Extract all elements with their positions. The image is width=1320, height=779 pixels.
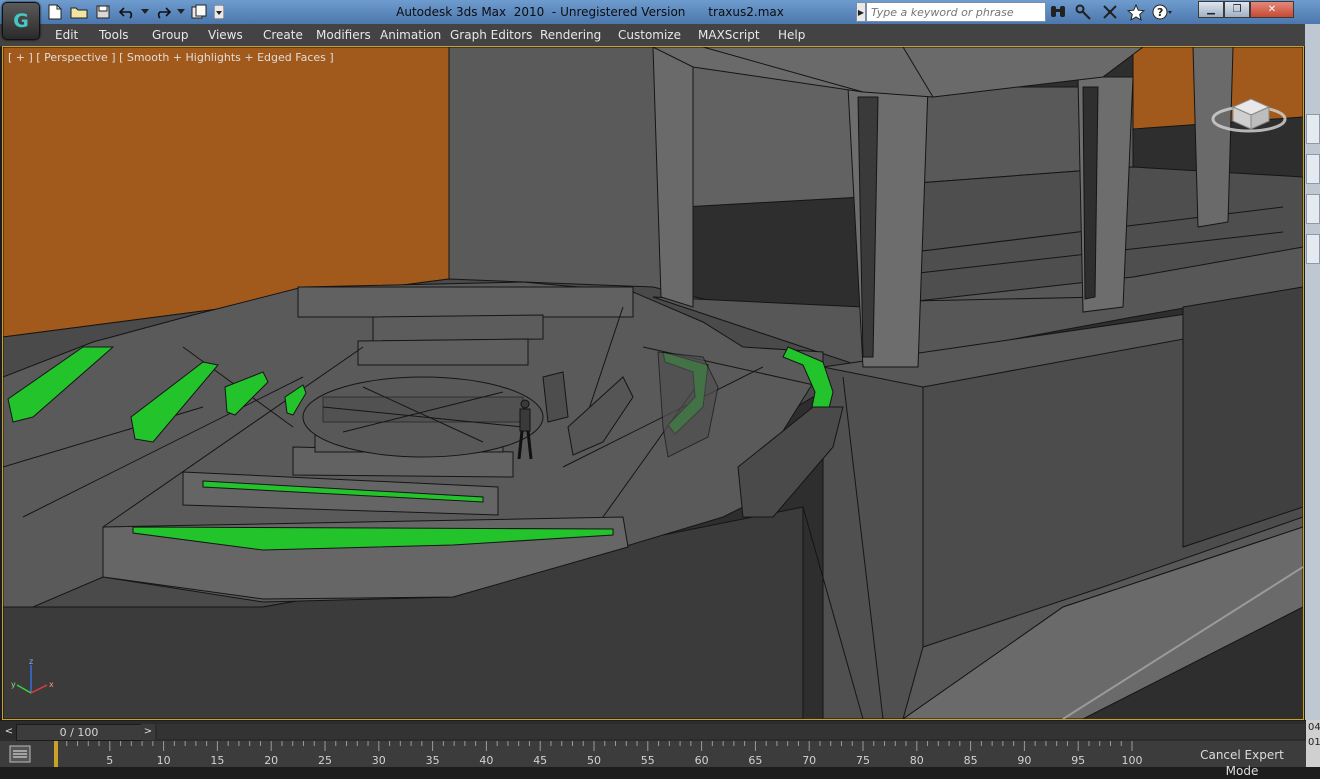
menu-customize[interactable]: Customize bbox=[618, 24, 681, 46]
star-icon[interactable] bbox=[1126, 2, 1146, 22]
menu-views[interactable]: Views bbox=[208, 24, 243, 46]
trackbar-ruler[interactable]: 5 10 15 20 25 30 35 40 45 50 55 60 65 70 75 80 85 90 95 100 bbox=[54, 741, 1182, 767]
help-icon[interactable]: ? bbox=[1152, 2, 1172, 22]
axis-z-label: z bbox=[29, 657, 33, 666]
save-icon[interactable] bbox=[92, 2, 114, 22]
info-center-search: ▶ bbox=[856, 2, 1046, 22]
project-folder-icon[interactable] bbox=[188, 2, 210, 22]
viewport-label[interactable]: [ + ] [ Perspective ] [ Smooth + Highlig… bbox=[8, 51, 334, 64]
panel-tab[interactable] bbox=[1306, 114, 1320, 144]
command-panel-edge bbox=[1305, 24, 1320, 720]
trackbar-tick-label: 65 bbox=[748, 754, 762, 767]
quick-access-toolbar bbox=[44, 2, 226, 22]
window-title: Autodesk 3ds Max 2010 - Unregistered Ver… bbox=[396, 5, 784, 19]
trackbar-tick-label: 25 bbox=[318, 754, 332, 767]
menu-animation[interactable]: Animation bbox=[380, 24, 441, 46]
key-tools-icon[interactable] bbox=[1074, 2, 1094, 22]
undo-dropdown-icon[interactable] bbox=[140, 2, 150, 22]
svg-text:?: ? bbox=[1157, 6, 1163, 19]
trackbar-tick-labels: 5 10 15 20 25 30 35 40 45 50 55 60 65 70 75 80 85 90 95 100 bbox=[106, 754, 1142, 767]
trackbar-tick-label: 45 bbox=[533, 754, 547, 767]
search-expand-icon[interactable]: ▶ bbox=[856, 2, 866, 22]
menu-tools[interactable]: Tools bbox=[99, 24, 129, 46]
undo-icon[interactable] bbox=[116, 2, 138, 22]
menu-bar: Edit Tools Group Views Create Modifiers … bbox=[0, 24, 1306, 47]
trackbar-tick-label: 55 bbox=[641, 754, 655, 767]
info-center-tools: ? bbox=[1048, 2, 1172, 22]
close-button[interactable]: ✕ bbox=[1250, 1, 1294, 18]
frame-counter: 0 / 100 bbox=[59, 726, 99, 739]
trackbar-tick-label: 10 bbox=[157, 754, 171, 767]
trackbar-minor-ticks bbox=[55, 741, 1133, 751]
trackbar-tick-label: 90 bbox=[1017, 754, 1031, 767]
time-slider-track[interactable] bbox=[157, 724, 1305, 739]
trackbar-tick-label: 15 bbox=[210, 754, 224, 767]
menu-maxscript[interactable]: MAXScript bbox=[698, 24, 760, 46]
panel-tab[interactable] bbox=[1306, 234, 1320, 264]
new-file-icon[interactable] bbox=[44, 2, 66, 22]
cancel-expert-mode-button[interactable]: Cancel Expert Mode bbox=[1186, 747, 1298, 778]
trackbar-filter-icon[interactable] bbox=[9, 745, 31, 763]
scene-render bbox=[3, 47, 1303, 719]
window-controls: ▁ ❐ ✕ bbox=[1198, 1, 1294, 18]
subscription-tools-icon[interactable] bbox=[1100, 2, 1120, 22]
time-slider: < 0 / 100 > bbox=[0, 721, 1306, 741]
menu-modifiers[interactable]: Modifiers bbox=[316, 24, 371, 46]
axis-y-label: y bbox=[11, 680, 16, 689]
menu-create[interactable]: Create bbox=[263, 24, 303, 46]
menu-rendering[interactable]: Rendering bbox=[540, 24, 601, 46]
redo-dropdown-icon[interactable] bbox=[176, 2, 186, 22]
menu-help[interactable]: Help bbox=[778, 24, 805, 46]
trackbar-tick-label: 20 bbox=[264, 754, 278, 767]
menu-graph-editors[interactable]: Graph Editors bbox=[450, 24, 532, 46]
binoculars-icon[interactable] bbox=[1048, 2, 1068, 22]
trackbar-tick-label: 75 bbox=[856, 754, 870, 767]
trackbar-tick-label: 80 bbox=[910, 754, 924, 767]
trackbar-tick-label: 70 bbox=[802, 754, 816, 767]
panel-tab[interactable] bbox=[1306, 194, 1320, 224]
trackbar-tick-label: 60 bbox=[695, 754, 709, 767]
time-slider-thumb[interactable]: 0 / 100 bbox=[16, 724, 142, 741]
restore-button[interactable]: ❐ bbox=[1224, 1, 1250, 18]
open-folder-icon[interactable] bbox=[68, 2, 90, 22]
title-bar: G Autodesk 3ds Max 2010 - Unregistered V… bbox=[0, 0, 1320, 40]
app-logo-button[interactable]: G bbox=[2, 2, 40, 40]
trackbar-tick-label: 100 bbox=[1122, 754, 1143, 767]
trackbar-tick-label: 35 bbox=[426, 754, 440, 767]
trackbar: 5 10 15 20 25 30 35 40 45 50 55 60 65 70 75 80 85 90 95 100 bbox=[0, 741, 1306, 767]
minimize-button[interactable]: ▁ bbox=[1198, 1, 1224, 18]
trackbar-tick-label: 95 bbox=[1071, 754, 1085, 767]
chevron-left-icon[interactable]: < bbox=[2, 724, 16, 740]
search-input[interactable] bbox=[866, 2, 1046, 22]
minimize-icon: ▁ bbox=[1207, 4, 1215, 15]
restore-icon: ❐ bbox=[1232, 4, 1242, 15]
perspective-viewport[interactable]: [ + ] [ Perspective ] [ Smooth + Highlig… bbox=[2, 46, 1304, 720]
trackbar-tick-label: 5 bbox=[106, 754, 113, 767]
panel-tab[interactable] bbox=[1306, 154, 1320, 184]
status-edge-text: 04 bbox=[1308, 722, 1320, 733]
trackbar-tick-label: 40 bbox=[479, 754, 493, 767]
quick-access-dropdown-icon[interactable] bbox=[212, 2, 226, 22]
viewcube-icon[interactable] bbox=[1211, 89, 1289, 137]
axis-x-label: x bbox=[49, 680, 54, 689]
menu-edit[interactable]: Edit bbox=[55, 24, 78, 46]
chevron-right-icon[interactable]: > bbox=[141, 724, 155, 740]
close-icon: ✕ bbox=[1267, 4, 1277, 15]
trackbar-tick-label: 50 bbox=[587, 754, 601, 767]
status-edge-text: 01, bbox=[1308, 737, 1320, 748]
axis-tripod-icon: z y x bbox=[11, 657, 54, 694]
redo-icon[interactable] bbox=[152, 2, 174, 22]
trackbar-tick-label: 30 bbox=[372, 754, 386, 767]
status-edge: 04 01, bbox=[1306, 720, 1320, 767]
menu-group[interactable]: Group bbox=[152, 24, 189, 46]
trackbar-tick-label: 85 bbox=[964, 754, 978, 767]
current-frame-marker[interactable] bbox=[54, 741, 58, 767]
